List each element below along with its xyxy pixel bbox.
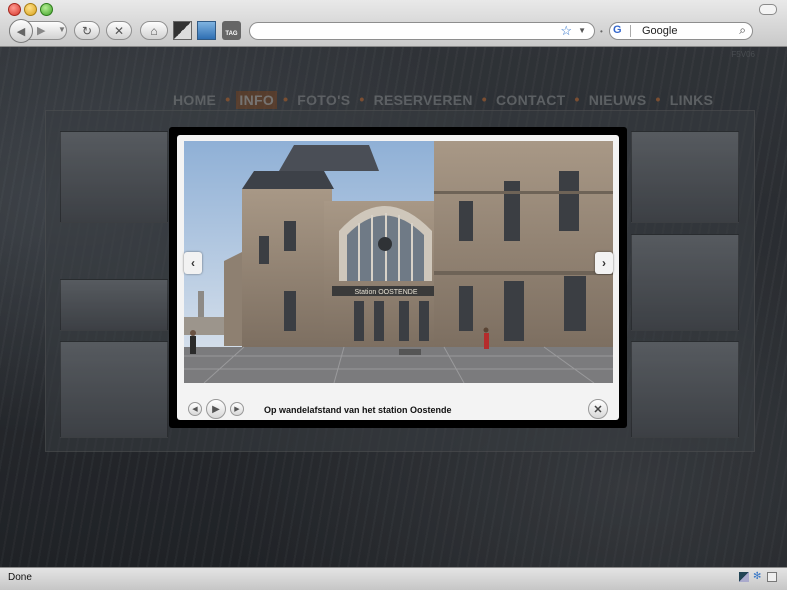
reload-icon: ↻ — [81, 23, 93, 38]
slideshow-next-button[interactable]: ▶ — [230, 402, 244, 416]
tag-icon[interactable]: TAG — [222, 21, 241, 40]
close-icon: ✕ — [593, 403, 603, 416]
search-box[interactable]: G Google ⌕ — [609, 22, 753, 40]
search-placeholder[interactable]: Google — [642, 25, 677, 37]
zoom-window-button[interactable] — [40, 3, 53, 16]
search-icon[interactable]: ⌕ — [739, 23, 746, 38]
chevron-right-icon: › — [602, 256, 606, 270]
home-button[interactable]: ⌂ — [140, 21, 168, 40]
status-bar: Done ✻ — [0, 567, 787, 590]
slideshow-prev-button[interactable]: ◀ — [188, 402, 202, 416]
addon-icon-1[interactable] — [173, 21, 192, 40]
lightbox-close-button[interactable]: ✕ — [588, 399, 608, 419]
lightbox-content: Station OOSTENDE ‹ › ◀ ▶ ▶ Op wandelafst… — [177, 135, 619, 420]
address-bar[interactable]: ☆ ▼ — [249, 22, 595, 40]
station-photo: Station OOSTENDE — [184, 141, 613, 383]
search-divider — [630, 25, 631, 37]
search-separator-icon: • — [600, 27, 603, 36]
previous-photo-button[interactable]: ‹ — [184, 252, 202, 274]
toolbar-toggle-button[interactable] — [759, 4, 777, 15]
photo-caption: Op wandelafstand van het station Oostend… — [264, 405, 452, 415]
minimize-window-button[interactable] — [24, 3, 37, 16]
slideshow-play-button[interactable]: ▶ — [206, 399, 226, 419]
chevron-left-icon: ‹ — [191, 256, 195, 270]
play-icon: ▶ — [212, 403, 220, 415]
stop-icon: ✕ — [113, 23, 125, 38]
status-text: Done — [8, 572, 32, 583]
mail-icon[interactable] — [767, 572, 777, 582]
next-photo-button[interactable]: › — [595, 252, 613, 274]
snowflake-icon[interactable]: ✻ — [753, 572, 763, 582]
addon-status-icon[interactable] — [739, 572, 749, 582]
back-forward-group: ◀ ▶ ▼ — [9, 19, 67, 43]
station-photo-image: Station OOSTENDE — [184, 141, 613, 383]
addon-icon-2[interactable] — [197, 21, 216, 40]
next-icon: ▶ — [234, 406, 240, 413]
prev-icon: ◀ — [192, 406, 198, 413]
back-arrow-icon: ◀ — [16, 25, 26, 38]
url-dropdown-icon[interactable]: ▼ — [578, 26, 586, 35]
browser-toolbar: ◀ ▶ ▼ ↻ ✕ ⌂ TAG ☆ ▼ • G Google ⌕ — [0, 0, 787, 47]
reload-button[interactable]: ↻ — [74, 21, 100, 40]
station-sign: Station OOSTENDE — [354, 289, 417, 296]
google-engine-icon[interactable]: G — [613, 24, 622, 36]
stop-button[interactable]: ✕ — [106, 21, 132, 40]
status-icons: ✻ — [739, 572, 777, 582]
back-button[interactable]: ◀ — [9, 19, 33, 43]
history-dropdown-icon[interactable]: ▼ — [58, 25, 66, 34]
close-window-button[interactable] — [8, 3, 21, 16]
page-viewport: F5V06 HOME • INFO • FOTO'S • RESERVEREN … — [0, 47, 787, 567]
forward-button[interactable]: ▶ — [37, 24, 45, 37]
lightbox: Station OOSTENDE ‹ › ◀ ▶ ▶ Op wandelafst… — [169, 127, 627, 428]
home-icon: ⌂ — [150, 23, 158, 38]
bookmark-star-icon[interactable]: ☆ — [560, 23, 572, 39]
